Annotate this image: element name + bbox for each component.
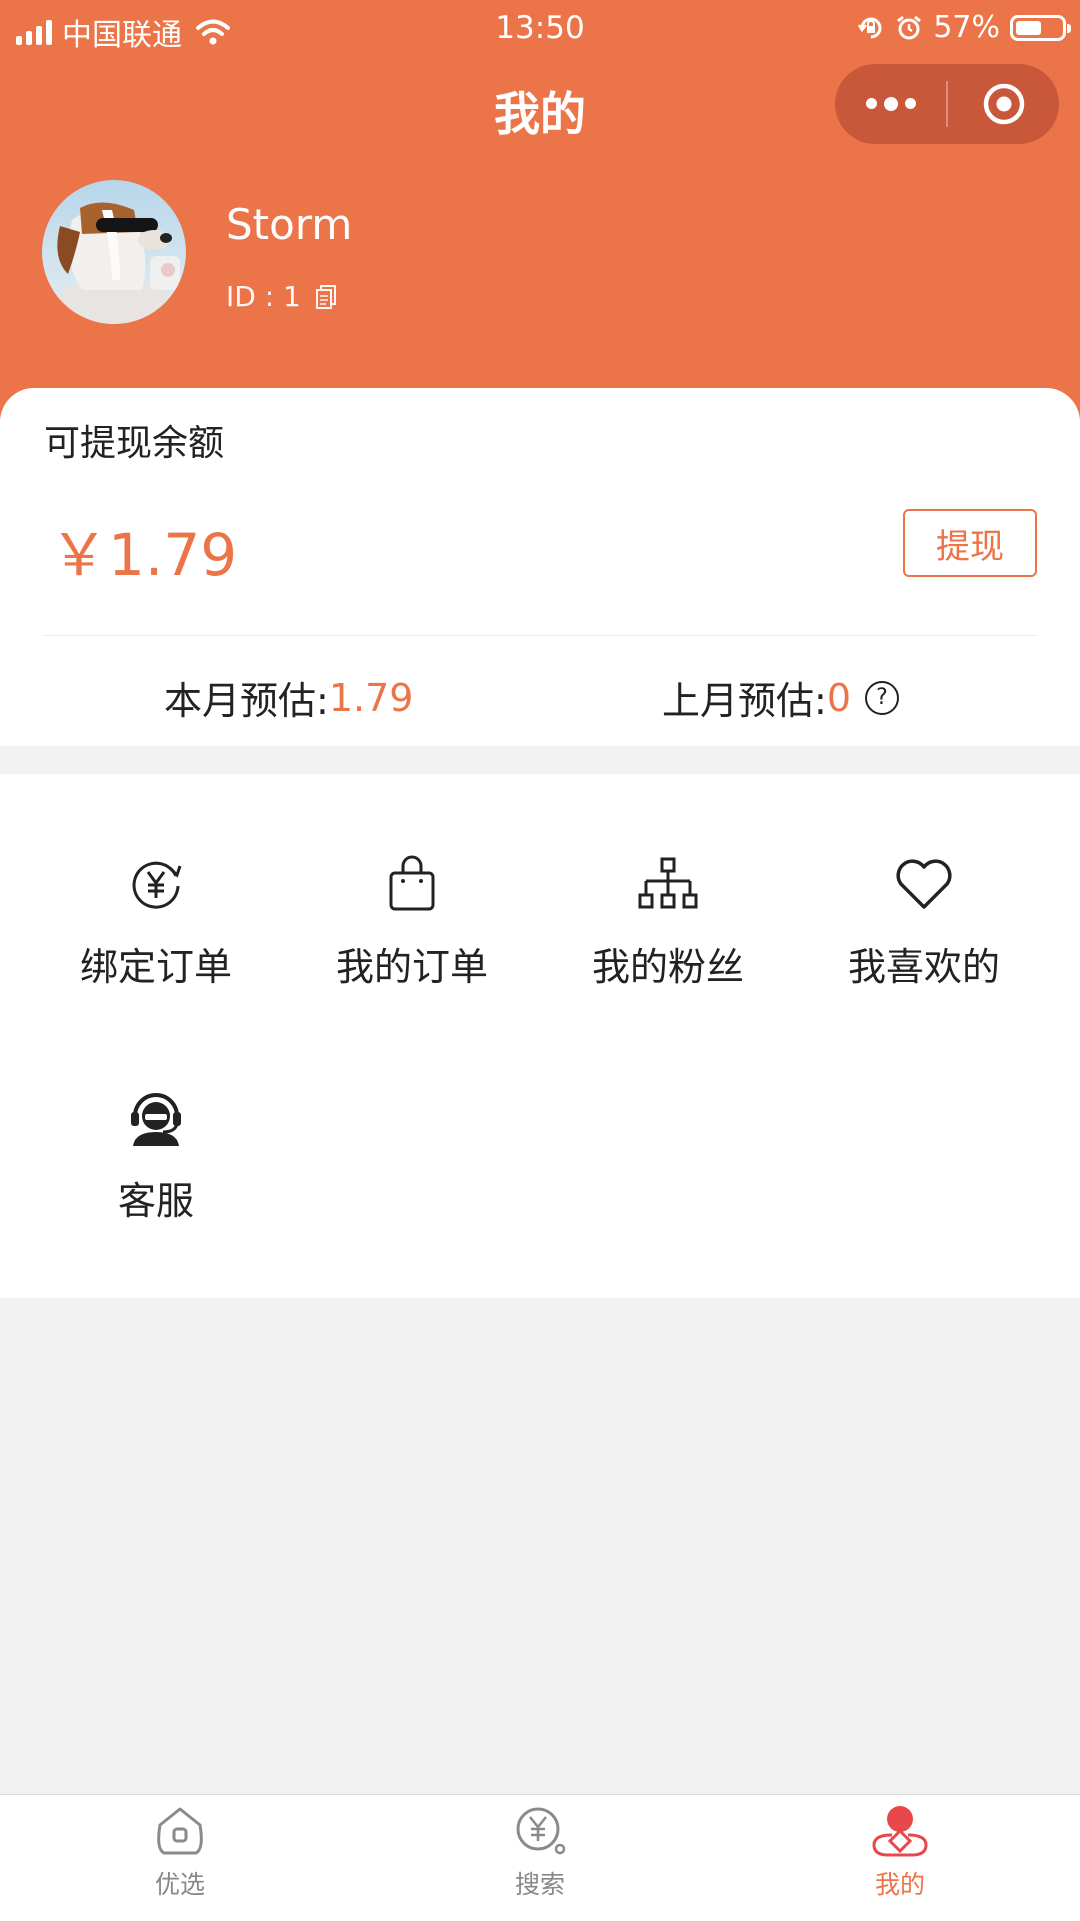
more-icon xyxy=(865,96,916,111)
menu-label: 我的粉丝 xyxy=(591,945,744,989)
menu-item-my-fans[interactable]: 我的粉丝 xyxy=(538,854,798,991)
this-month-label: 本月预估: xyxy=(164,679,329,723)
tab-mine[interactable]: 我的 xyxy=(800,1805,1000,1901)
menu-label: 我的订单 xyxy=(335,945,488,989)
battery-percent: 57% xyxy=(933,10,1000,45)
tab-label: 优选 xyxy=(154,1870,205,1899)
balance-card: 可提现余额 ￥1.79 提现 本月预估: 1.79 上月预估: 0? xyxy=(0,388,1080,746)
org-chart-icon xyxy=(638,857,698,909)
menu-label: 我喜欢的 xyxy=(847,945,1000,989)
status-right: 57% xyxy=(857,10,1071,45)
this-month-value: 1.79 xyxy=(328,675,414,720)
tab-home[interactable]: 优选 xyxy=(80,1805,280,1901)
this-month-estimate: 本月预估: 1.79 xyxy=(164,670,413,725)
copy-icon[interactable] xyxy=(315,284,337,310)
last-month-estimate: 上月预估: 0? xyxy=(662,670,899,725)
avatar[interactable] xyxy=(42,180,186,324)
profile-icon xyxy=(872,1806,928,1857)
close-button[interactable] xyxy=(948,64,1059,144)
close-target-icon xyxy=(983,83,1024,125)
battery-level xyxy=(1016,20,1042,35)
user-id-row: ID : 1 xyxy=(226,280,337,313)
heart-icon xyxy=(896,859,952,909)
mini-program-capsule xyxy=(835,64,1059,144)
tab-bar: 优选 搜索 我的 xyxy=(0,1794,1080,1921)
last-month-label: 上月预估: xyxy=(662,679,827,723)
home-icon xyxy=(157,1807,203,1855)
more-button[interactable] xyxy=(835,64,946,144)
tab-search[interactable]: 搜索 xyxy=(440,1805,640,1901)
balance-value: ￥1.79 xyxy=(50,521,238,589)
balance-label: 可提现余额 xyxy=(44,423,225,464)
yuan-refresh-icon xyxy=(132,861,182,909)
alarm-icon xyxy=(897,15,922,39)
user-id: ID : 1 xyxy=(226,280,301,313)
menu-item-customer-service[interactable]: 客服 xyxy=(26,1088,286,1225)
customer-service-icon xyxy=(131,1093,181,1146)
tab-label: 我的 xyxy=(874,1870,925,1899)
menu-item-favorites[interactable]: 我喜欢的 xyxy=(794,854,1054,991)
question-icon[interactable]: ? xyxy=(865,680,899,715)
menu-item-bind-order[interactable]: 绑定订单 xyxy=(26,854,286,991)
username: Storm xyxy=(226,200,353,249)
rotation-lock-icon xyxy=(858,17,882,38)
shopping-bag-icon xyxy=(389,855,435,911)
withdraw-button[interactable]: 提现 xyxy=(903,509,1037,577)
menu-item-my-orders[interactable]: 我的订单 xyxy=(282,854,542,991)
last-month-value: 0 xyxy=(826,675,851,720)
status-bar: 中国联通 13:50 57% xyxy=(0,0,1080,56)
menu-label: 客服 xyxy=(117,1179,194,1223)
tab-label: 搜索 xyxy=(514,1870,565,1899)
balance-divider xyxy=(42,635,1038,636)
menu-label: 绑定订单 xyxy=(79,945,232,989)
avatar-dog-image xyxy=(42,180,186,324)
menu-grid: 绑定订单 我的订单 我的粉丝 我喜欢的 客服 xyxy=(0,774,1080,1298)
battery-icon xyxy=(1010,14,1071,41)
yuan-search-icon xyxy=(516,1807,566,1855)
